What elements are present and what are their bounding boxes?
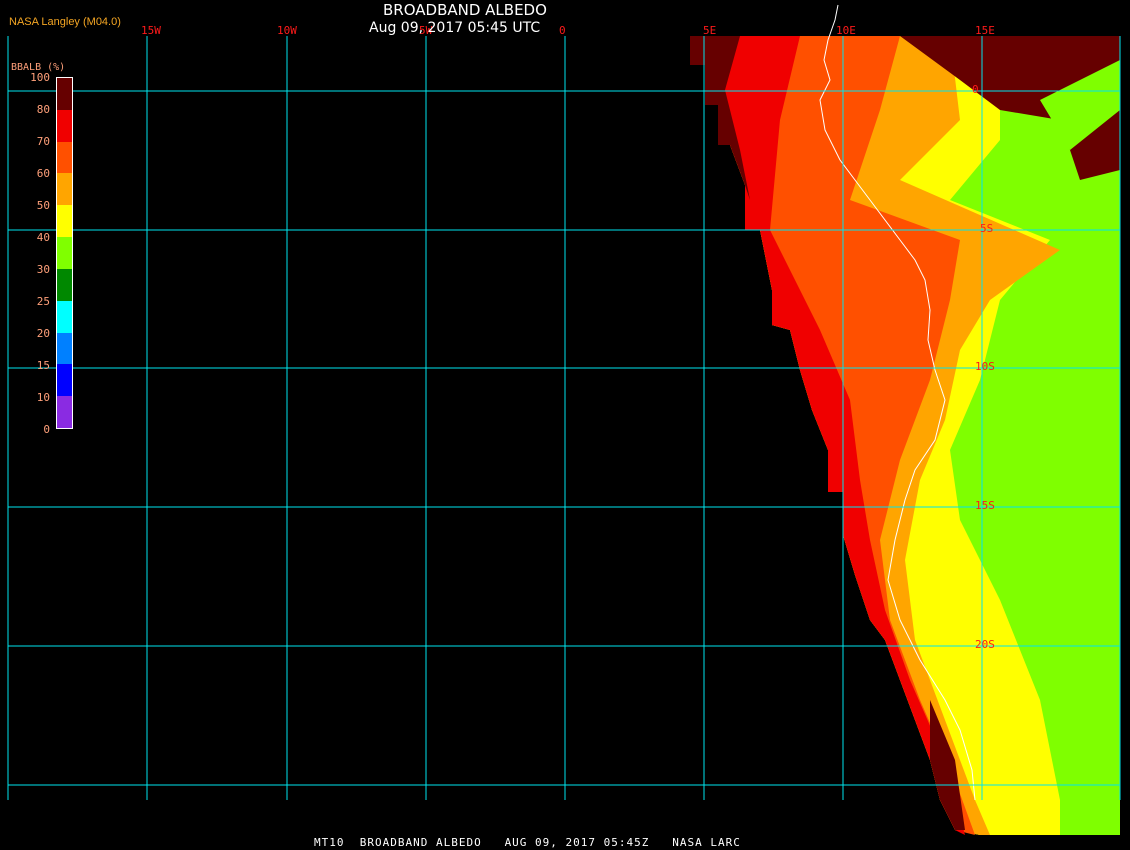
footer-caption: MT10 BROADBAND ALBEDO AUG 09, 2017 05:45… bbox=[314, 836, 741, 849]
legend-tick: 70 bbox=[36, 135, 50, 148]
legend-swatch bbox=[57, 78, 72, 110]
lat-label: 0 bbox=[972, 83, 979, 96]
legend-swatch bbox=[57, 205, 72, 238]
legend-color-bar bbox=[56, 77, 73, 429]
albedo-map bbox=[7, 4, 1121, 835]
lon-label: 5E bbox=[703, 24, 717, 37]
lon-label: 0 bbox=[559, 24, 566, 37]
legend-tick: 25 bbox=[36, 295, 50, 308]
map-title-text: BROADBAND ALBEDO bbox=[383, 1, 547, 19]
legend-tick: 15 bbox=[36, 359, 50, 372]
legend-tick: 80 bbox=[36, 103, 50, 116]
map-datetime: Aug 09, 2017 05:45 UTC bbox=[369, 20, 541, 36]
albedo-imagery bbox=[690, 4, 1120, 835]
legend-tick: 0 bbox=[43, 423, 50, 436]
legend-tick: 50 bbox=[36, 199, 50, 212]
legend-tick: 20 bbox=[36, 327, 50, 340]
lat-label: 5S bbox=[980, 222, 994, 235]
legend-swatch bbox=[57, 237, 72, 269]
lon-label: 10W bbox=[277, 24, 297, 37]
legend-swatch bbox=[57, 332, 72, 365]
legend-tick: 10 bbox=[36, 391, 50, 404]
legend-swatch bbox=[57, 268, 72, 301]
legend-tick: 40 bbox=[36, 231, 50, 244]
lon-label: 15W bbox=[141, 24, 161, 37]
legend-swatch bbox=[57, 396, 72, 428]
legend-swatch bbox=[57, 109, 72, 142]
lon-label: 15E bbox=[975, 24, 995, 37]
lat-label: 15S bbox=[975, 499, 995, 512]
legend-swatch bbox=[57, 173, 72, 206]
source-label: NASA Langley (M04.0) bbox=[9, 16, 121, 28]
legend-swatch bbox=[57, 300, 72, 333]
legend-tick: 30 bbox=[36, 263, 50, 276]
lon-label: 10E bbox=[836, 24, 856, 37]
lat-label: 20S bbox=[975, 638, 995, 651]
lat-label: 10S bbox=[975, 360, 995, 373]
legend-swatch bbox=[57, 141, 72, 174]
legend-swatch bbox=[57, 364, 72, 397]
legend-tick: 100 bbox=[30, 71, 50, 84]
legend-tick: 60 bbox=[36, 167, 50, 180]
